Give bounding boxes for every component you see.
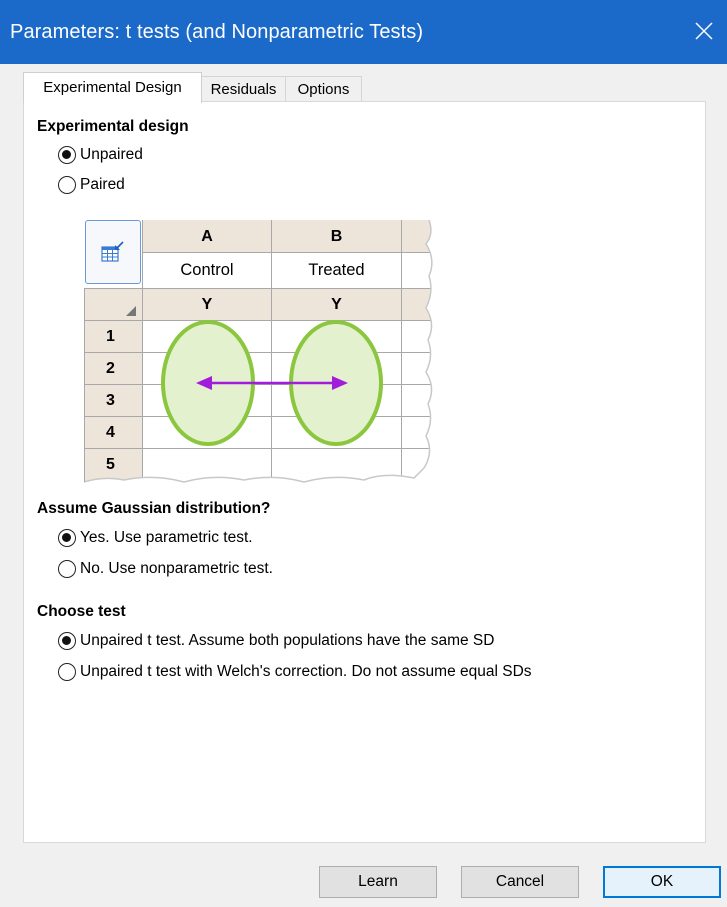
close-button[interactable] <box>681 10 727 54</box>
experimental-design-heading: Experimental design <box>37 118 189 135</box>
radio-label: Yes. Use parametric test. <box>80 529 253 546</box>
ok-button[interactable]: OK <box>603 866 721 898</box>
gaussian-heading: Assume Gaussian distribution? <box>37 500 271 517</box>
radio-label: Unpaired t test with Welch's correction.… <box>80 663 532 680</box>
tab-residuals[interactable]: Residuals <box>201 76 286 102</box>
radio-label: Unpaired <box>80 146 143 163</box>
radio-button[interactable] <box>58 632 76 650</box>
close-icon <box>695 22 713 40</box>
radio-label: No. Use nonparametric test. <box>80 560 273 577</box>
radio-button[interactable] <box>58 560 76 578</box>
tab-experimental-design[interactable]: Experimental Design <box>23 72 202 103</box>
radio-button[interactable] <box>58 529 76 547</box>
comparison-graphic <box>161 320 383 446</box>
radio-button[interactable] <box>58 663 76 681</box>
title-bar: Parameters: t tests (and Nonparametric T… <box>0 0 727 64</box>
radio-label: Unpaired t test. Assume both populations… <box>80 632 495 649</box>
radio-button[interactable] <box>58 176 76 194</box>
learn-button[interactable]: Learn <box>319 866 437 898</box>
data-table-illustration: A B Control Treated Y Y 1 2 3 4 5 <box>84 220 444 486</box>
cancel-button[interactable]: Cancel <box>461 866 579 898</box>
window-title: Parameters: t tests (and Nonparametric T… <box>10 21 424 43</box>
radio-label: Paired <box>80 176 125 193</box>
tab-panel: Experimental design Unpaired Paired A B … <box>23 101 706 843</box>
tab-options[interactable]: Options <box>285 76 362 102</box>
radio-button[interactable] <box>58 146 76 164</box>
choose-test-heading: Choose test <box>37 603 126 620</box>
